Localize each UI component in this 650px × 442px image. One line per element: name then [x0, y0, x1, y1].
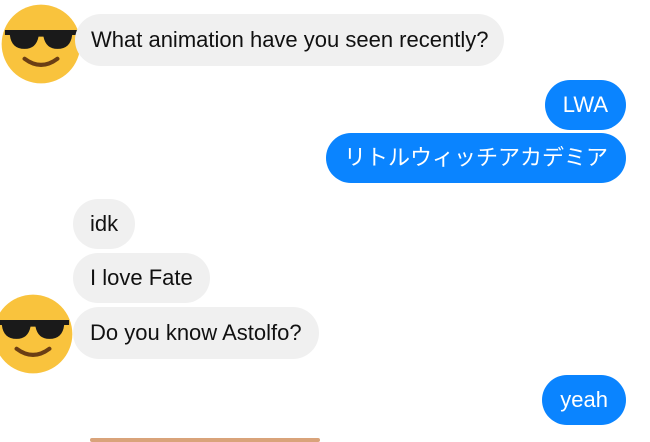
incoming-message-bubble[interactable]: idk — [73, 199, 136, 249]
contact-avatar[interactable] — [0, 293, 74, 375]
partial-next-message — [90, 438, 320, 442]
sunglasses-emoji-icon — [1, 4, 81, 84]
message-text: Do you know Astolfo? — [90, 320, 302, 345]
outgoing-message-bubble[interactable]: LWA — [544, 80, 626, 130]
message-text: I love Fate — [90, 265, 193, 290]
contact-avatar[interactable] — [0, 3, 82, 85]
incoming-message-bubble[interactable]: What animation have you seen recently? — [75, 14, 505, 66]
message-text: LWA — [562, 92, 608, 117]
incoming-message-bubble[interactable]: I love Fate — [73, 253, 210, 303]
conversation-thread[interactable]: What animation have you seen recently? L… — [0, 0, 650, 442]
message-text: What animation have you seen recently? — [91, 27, 489, 52]
outgoing-message-bubble[interactable]: yeah — [542, 375, 626, 425]
message-text: idk — [90, 211, 119, 236]
outgoing-message-bubble[interactable]: リトルウィッチアカデミア — [325, 133, 626, 183]
message-text: リトルウィッチアカデミア — [343, 145, 608, 170]
incoming-message-bubble[interactable]: Do you know Astolfo? — [73, 307, 319, 359]
message-text: yeah — [560, 387, 608, 412]
sunglasses-emoji-icon — [0, 294, 73, 374]
